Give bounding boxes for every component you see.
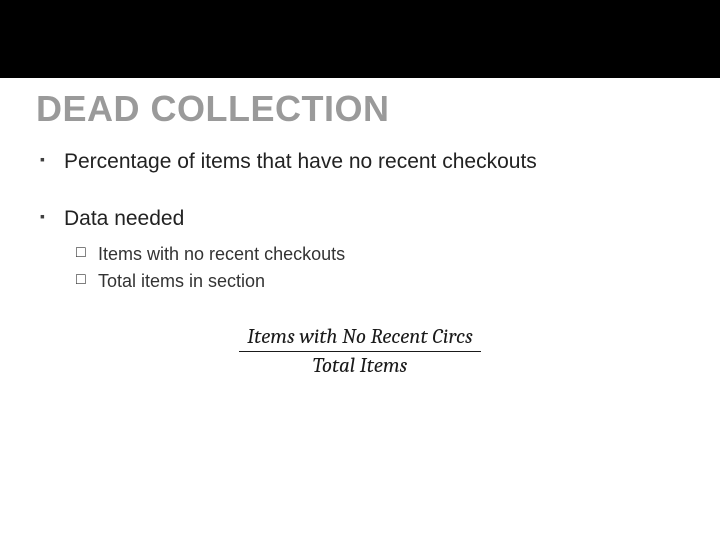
sub-bullet-text: Items with no recent checkouts xyxy=(98,244,345,264)
top-black-bar xyxy=(0,0,720,78)
sub-bullet-text: Total items in section xyxy=(98,271,265,291)
main-bullets: Percentage of items that have no recent … xyxy=(36,148,684,295)
slide-content: DEAD COLLECTION Percentage of items that… xyxy=(0,78,720,378)
bullet-text: Percentage of items that have no recent … xyxy=(64,150,537,173)
sub-bullet-item: Items with no recent checkouts xyxy=(76,241,684,268)
bullet-item: Data needed Items with no recent checkou… xyxy=(40,205,684,294)
formula-denominator: Total Items xyxy=(239,352,481,378)
bullet-item: Percentage of items that have no recent … xyxy=(40,148,684,175)
bullet-text: Data needed xyxy=(64,207,184,230)
fraction: Items with No Recent Circs Total Items xyxy=(239,325,481,378)
formula-numerator: Items with No Recent Circs xyxy=(239,325,481,352)
sub-bullets: Items with no recent checkouts Total ite… xyxy=(64,241,684,295)
page-title: DEAD COLLECTION xyxy=(36,88,684,130)
sub-bullet-item: Total items in section xyxy=(76,268,684,295)
formula: Items with No Recent Circs Total Items xyxy=(36,325,684,378)
